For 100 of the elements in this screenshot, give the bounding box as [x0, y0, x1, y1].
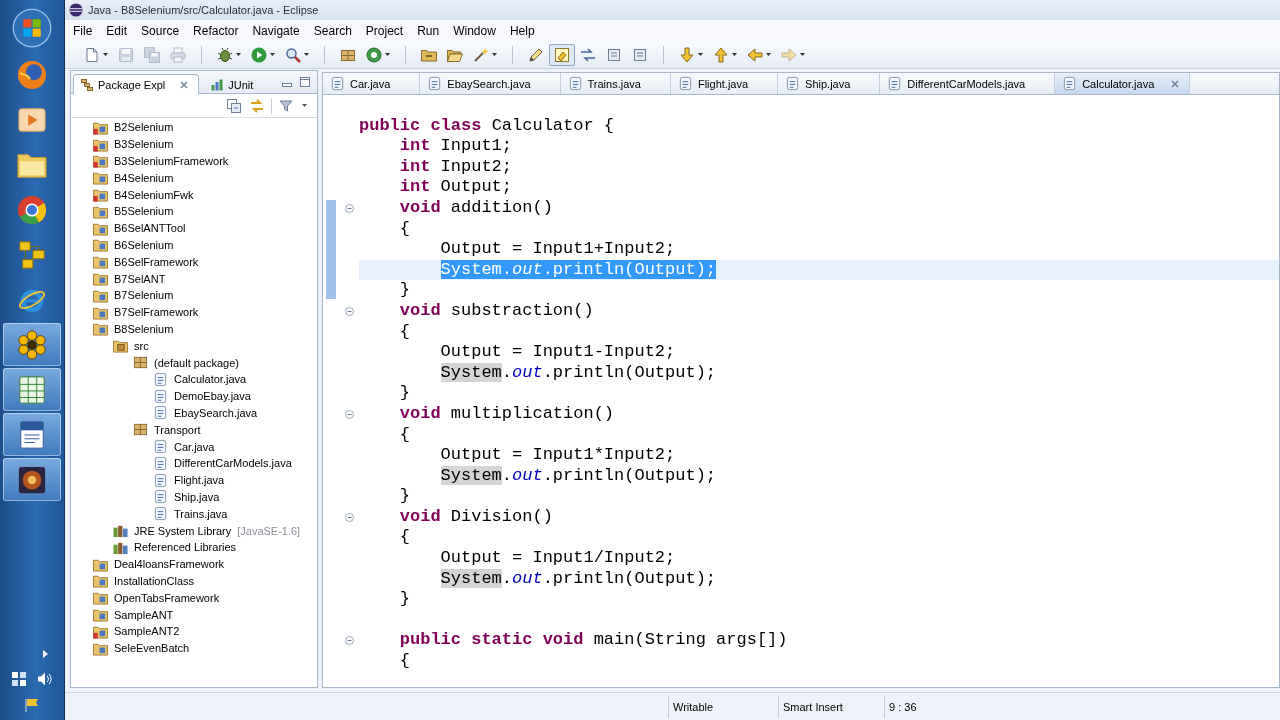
- library-icon: [113, 523, 128, 538]
- show-hidden-icons-button[interactable]: [41, 648, 50, 660]
- package-icon: [133, 355, 148, 371]
- chevron-icon: [43, 650, 48, 658]
- tree-item[interactable]: Deal4loansFramework: [93, 555, 225, 573]
- wand-icon: [473, 46, 489, 63]
- filter-icon: [279, 98, 293, 113]
- link-with-editor-button[interactable]: [248, 96, 266, 115]
- java-file-icon: [677, 76, 693, 91]
- tree-item[interactable]: B6SelANTTool: [93, 219, 186, 237]
- view-tab[interactable]: JUnit: [203, 74, 262, 94]
- tree-item[interactable]: B4Selenium: [93, 169, 174, 187]
- menu-item[interactable]: Help: [502, 21, 542, 40]
- pencil-icon: [528, 46, 544, 63]
- tree-item[interactable]: JRE System Library [JavaSE-1.6]: [113, 522, 301, 539]
- code-editor[interactable]: [322, 94, 1280, 688]
- view-tab[interactable]: Package Expl: [73, 74, 200, 94]
- floppies-icon: [144, 46, 160, 63]
- code-line: }: [399, 589, 410, 610]
- tree-item[interactable]: Ship.java: [153, 488, 220, 506]
- tree-item[interactable]: B7SelFramework: [93, 303, 199, 321]
- tree-item[interactable]: B5Selenium: [93, 203, 174, 220]
- tree-item[interactable]: DemoEbay.java: [153, 387, 251, 405]
- document-icon: [17, 419, 47, 450]
- fold-icon[interactable]: [344, 203, 354, 213]
- taskbar-button[interactable]: [3, 458, 61, 501]
- tree-item[interactable]: Calculator.java: [153, 370, 247, 388]
- java-file-icon: [427, 76, 443, 91]
- tree-item[interactable]: B7SelANT: [93, 270, 166, 287]
- tree-item[interactable]: OpenTabsFramework: [93, 589, 220, 607]
- highlighter-icon: [554, 46, 570, 63]
- java-file-icon: [785, 76, 801, 91]
- status-field: Writable: [668, 695, 778, 718]
- sphere-icon: [69, 3, 83, 17]
- close-icon[interactable]: [1171, 79, 1180, 88]
- tree-item[interactable]: Referenced Libraries: [113, 538, 237, 556]
- menu-item[interactable]: Navigate: [245, 21, 307, 40]
- tree-item[interactable]: Transport: [133, 421, 201, 439]
- tree-item[interactable]: Car.java: [153, 438, 215, 455]
- tree-item[interactable]: Flight.java: [153, 471, 225, 489]
- tree-item[interactable]: src: [113, 337, 149, 355]
- arrow-left-icon: [747, 46, 763, 63]
- java-file-icon: [153, 371, 168, 387]
- menu-item[interactable]: Refactor: [186, 21, 246, 40]
- view-dropdown-button[interactable]: [300, 102, 309, 109]
- arrow-up-icon: [713, 46, 729, 63]
- tree-item[interactable]: B2Selenium: [93, 119, 174, 136]
- tree-item[interactable]: SeleEvenBatch: [93, 639, 190, 657]
- tree-item[interactable]: B6SelFramework: [93, 253, 199, 271]
- flower-icon: [17, 329, 47, 360]
- menu-item[interactable]: Source: [134, 21, 187, 40]
- fold-icon[interactable]: [344, 306, 354, 316]
- java-file-icon: [153, 506, 168, 522]
- status-field: 9 : 36: [884, 695, 960, 718]
- menu-item[interactable]: Edit: [99, 21, 135, 40]
- tree-item[interactable]: B7Selenium: [93, 286, 174, 304]
- menu-item[interactable]: Run: [410, 21, 447, 40]
- fold-icon[interactable]: [344, 409, 354, 419]
- tree-item[interactable]: (default package): [133, 354, 239, 371]
- java-file-icon: [330, 76, 345, 91]
- speaker-icon[interactable]: [38, 672, 52, 686]
- grid-icon[interactable]: [12, 672, 26, 686]
- app-tile-icon: [17, 464, 47, 495]
- tree-item[interactable]: B4SeleniumFwk: [93, 186, 194, 203]
- close-icon[interactable]: [180, 80, 189, 89]
- flag-icon[interactable]: [25, 698, 39, 712]
- arrows-icon: [580, 46, 596, 63]
- tree-item[interactable]: B3Selenium: [93, 135, 174, 153]
- menu-item[interactable]: File: [66, 21, 100, 40]
- printer-icon: [170, 46, 186, 63]
- code-line: Output = Input1+Input2;: [440, 239, 676, 260]
- tree-item[interactable]: SampleANT: [93, 606, 174, 623]
- maximize-icon: [300, 77, 310, 87]
- wheel-icon: [17, 194, 47, 225]
- arrows-icon: [250, 98, 264, 113]
- tree-item[interactable]: B6Selenium: [93, 236, 174, 254]
- taskbar-button[interactable]: [3, 413, 61, 456]
- menu-item[interactable]: Search: [306, 21, 359, 40]
- tree-item[interactable]: Trains.java: [153, 505, 228, 523]
- editor-tab[interactable]: Calculator.java: [1055, 73, 1191, 94]
- fold-icon[interactable]: [344, 636, 354, 646]
- taskbar-button[interactable]: [3, 323, 61, 366]
- code-line: {: [399, 424, 410, 446]
- arrow-down-icon: [679, 46, 695, 63]
- fold-icon[interactable]: [344, 512, 354, 522]
- highlight-button[interactable]: [549, 43, 575, 66]
- tree-item[interactable]: B8Selenium: [93, 320, 174, 338]
- tree-item[interactable]: SampleANT2: [93, 622, 180, 640]
- tree-item[interactable]: DifferentCarModels.java: [153, 454, 292, 472]
- java-file-icon: [153, 439, 168, 455]
- tree-item[interactable]: InstallationClass: [93, 572, 195, 590]
- ring-icon: [366, 46, 382, 63]
- java-file-icon: [153, 388, 168, 404]
- collapse-all-button[interactable]: [225, 96, 243, 115]
- tree-item[interactable]: EbaySearch.java: [153, 404, 258, 422]
- maximize-button[interactable]: [298, 75, 312, 89]
- tree-item[interactable]: B3SeleniumFramework: [93, 152, 229, 170]
- menu-item[interactable]: Project: [358, 21, 411, 40]
- menu-item[interactable]: Window: [446, 21, 503, 40]
- code-line: }: [399, 383, 410, 404]
